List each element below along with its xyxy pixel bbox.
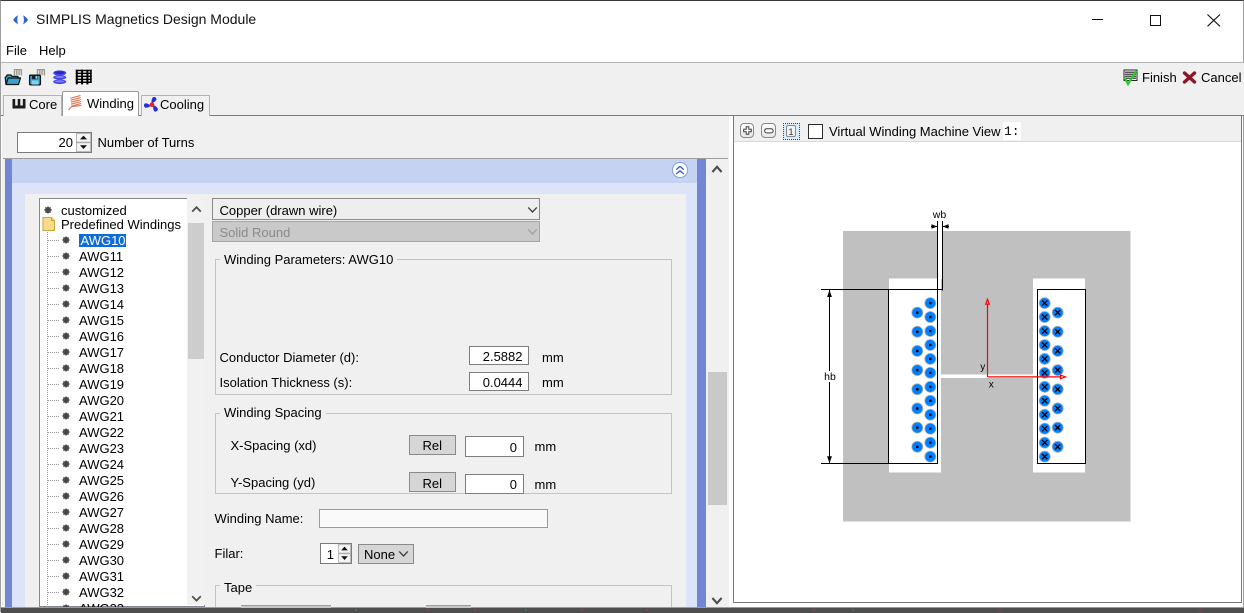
svg-text:y: y: [980, 362, 985, 373]
svg-text:hb: hb: [824, 371, 836, 383]
svg-text:x: x: [989, 379, 994, 390]
svg-text:wb: wb: [932, 209, 947, 221]
